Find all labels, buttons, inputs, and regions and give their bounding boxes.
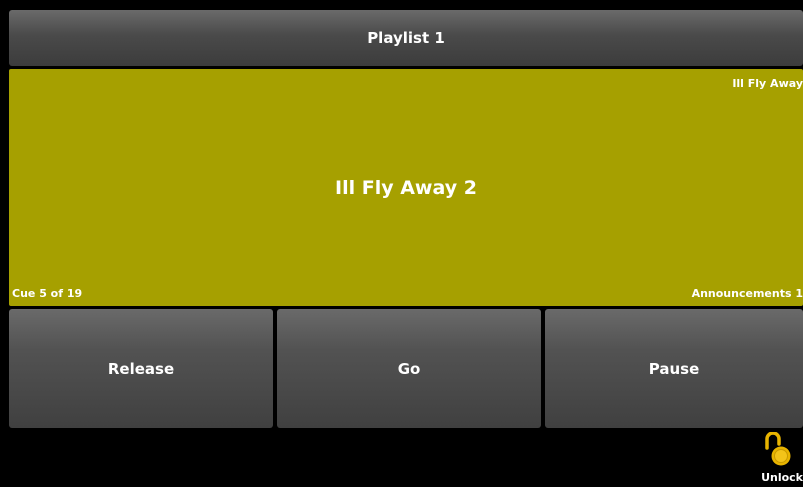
current-cue-panel[interactable]: Ill Fly Away Ill Fly Away 2 Cue 5 of 19 … <box>9 69 803 306</box>
unlock-button[interactable]: Unlock <box>752 430 803 487</box>
playlist-title: Playlist 1 <box>367 29 445 47</box>
playlist-title-bar: Playlist 1 <box>9 10 803 66</box>
cue-count: Cue 5 of 19 <box>12 287 83 300</box>
pause-button[interactable]: Pause <box>545 309 803 428</box>
pause-button-label: Pause <box>648 359 700 378</box>
cue-name-corner: Ill Fly Away <box>732 77 803 90</box>
unlock-label: Unlock <box>761 471 803 484</box>
go-button[interactable]: Go <box>277 309 541 428</box>
release-button-label: Release <box>107 359 175 378</box>
cue-name: Ill Fly Away 2 <box>335 177 477 199</box>
playlist-name: Announcements 1 <box>691 287 803 300</box>
release-button[interactable]: Release <box>9 309 273 428</box>
go-button-label: Go <box>397 359 421 378</box>
unlocked-padlock-icon <box>765 432 791 466</box>
